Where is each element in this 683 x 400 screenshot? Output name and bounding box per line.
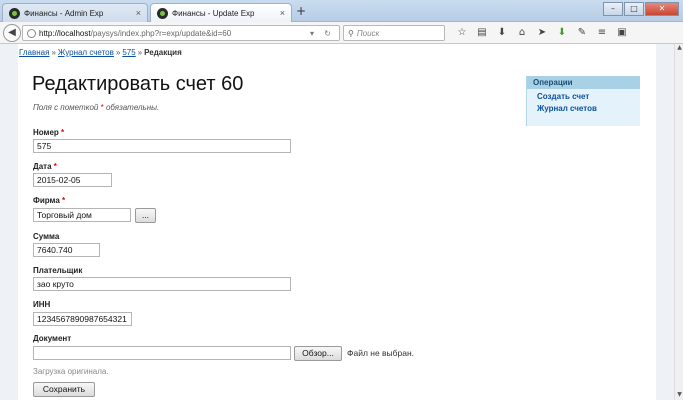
downloads-icon[interactable]: ⬇ (492, 26, 512, 40)
required-mark: * (53, 162, 57, 171)
tab-update-exp[interactable]: Финансы - Update Exp × (150, 3, 292, 22)
bookmarks-list-icon[interactable]: ▤ (472, 26, 492, 40)
maximize-button[interactable]: □ (624, 2, 644, 16)
browse-button[interactable]: Обзор... (294, 346, 342, 361)
inn-input[interactable]: 1234567890987654321 (33, 312, 132, 326)
firm-label: Фирма * (33, 196, 66, 205)
tab-admin-exp[interactable]: Финансы - Admin Exp × (2, 3, 148, 22)
number-input[interactable]: 575 (33, 139, 291, 153)
number-label: Номер * (33, 128, 65, 137)
scroll-down-icon[interactable]: ▼ (675, 391, 683, 400)
search-box[interactable]: ⚲ Поиск (343, 25, 445, 41)
breadcrumb-home-link[interactable]: Главная (19, 48, 49, 57)
back-button[interactable]: ◀ (3, 24, 21, 42)
firm-select-button[interactable]: ... (135, 208, 156, 223)
breadcrumb-separator: » (137, 48, 143, 57)
search-placeholder: Поиск (356, 28, 380, 38)
document-label: Документ (33, 334, 72, 343)
payer-input[interactable]: зао круто (33, 277, 291, 291)
extension-icon[interactable]: ▣ (612, 26, 632, 40)
save-button[interactable]: Сохранить (33, 382, 95, 397)
url-path: /paysys/index.php?r=exp/update&id=60 (90, 28, 232, 38)
sum-label: Сумма (33, 232, 60, 241)
sum-input[interactable]: 7640.740 (33, 243, 100, 257)
back-arrow-icon: ◀ (8, 27, 16, 38)
breadcrumb-separator: » (51, 48, 56, 57)
title-bar: Финансы - Admin Exp × Финансы - Update E… (0, 0, 683, 22)
upload-hint: Загрузка оригинала. (33, 367, 109, 376)
breadcrumb-current: Редакция (144, 48, 182, 57)
operations-panel: Операции Создать счет Журнал счетов (526, 76, 640, 126)
home-icon[interactable]: ⌂ (512, 26, 532, 40)
invoice-journal-link[interactable]: Журнал счетов (527, 104, 640, 113)
tab-title: Финансы - Update Exp (172, 8, 255, 18)
send-icon[interactable]: ➤ (532, 26, 552, 40)
page-content: Главная» Журнал счетов» 575» Редакция Редак… (18, 44, 656, 400)
scroll-up-icon[interactable]: ▲ (675, 44, 683, 53)
date-label: Дата * (33, 162, 57, 171)
minimize-button[interactable]: – (603, 2, 623, 16)
page-viewport: Главная» Журнал счетов» 575» Редакция Редак… (0, 44, 674, 400)
site-favicon-icon (157, 7, 168, 19)
bookmark-star-icon[interactable]: ☆ (452, 26, 472, 40)
toolbar-icons: ☆ ▤ ⬇ ⌂ ➤ ⬇ ✎ ≡ ▣ (452, 26, 632, 40)
breadcrumb-journal-link[interactable]: Журнал счетов (58, 48, 114, 57)
close-tab-icon[interactable]: × (280, 8, 285, 18)
required-mark: * (62, 196, 66, 205)
operations-title: Операции (527, 76, 640, 89)
url-host: http://localhost (39, 28, 91, 38)
note-suffix: обязательны. (105, 103, 160, 112)
globe-icon (27, 28, 36, 38)
date-input[interactable]: 2015-02-05 (33, 173, 112, 187)
search-icon: ⚲ (348, 28, 354, 38)
no-file-selected-text: Файл не выбран. (347, 348, 415, 358)
firm-input[interactable]: Торговый дом (33, 208, 131, 222)
vertical-scrollbar[interactable]: ▲ ▼ (674, 44, 683, 400)
create-invoice-link[interactable]: Создать счет (527, 92, 640, 101)
required-mark: * (61, 128, 65, 137)
inn-label: ИНН (33, 300, 51, 309)
breadcrumb: Главная» Журнал счетов» 575» Редакция (19, 48, 182, 57)
reload-icon[interactable]: ▾ ↻ (310, 29, 339, 38)
tab-title: Финансы - Admin Exp (24, 8, 104, 18)
window-controls: – □ ✕ (602, 2, 679, 16)
address-bar[interactable]: http://localhost/paysys/index.php?r=exp/… (22, 25, 340, 41)
breadcrumb-separator: » (115, 48, 121, 57)
navigation-toolbar: ◀ http://localhost/paysys/index.php?r=ex… (0, 22, 683, 44)
note-prefix: Поля с пометкой (33, 103, 99, 112)
breadcrumb-item-link[interactable]: 575 (122, 48, 135, 57)
new-tab-button[interactable]: + (296, 4, 306, 18)
close-window-button[interactable]: ✕ (645, 2, 679, 16)
required-mark: * (100, 103, 104, 112)
close-tab-icon[interactable]: × (136, 8, 141, 18)
required-fields-note: Поля с пометкой * обязательны. (33, 103, 159, 112)
menu-icon[interactable]: ≡ (592, 26, 612, 40)
site-favicon-icon (9, 7, 20, 19)
document-file-input[interactable] (33, 346, 291, 360)
page-title: Редактировать счет 60 (32, 73, 244, 95)
addon-download-icon[interactable]: ⬇ (552, 26, 572, 40)
payer-label: Плательщик (33, 266, 83, 275)
addon-icon[interactable]: ✎ (572, 26, 592, 40)
